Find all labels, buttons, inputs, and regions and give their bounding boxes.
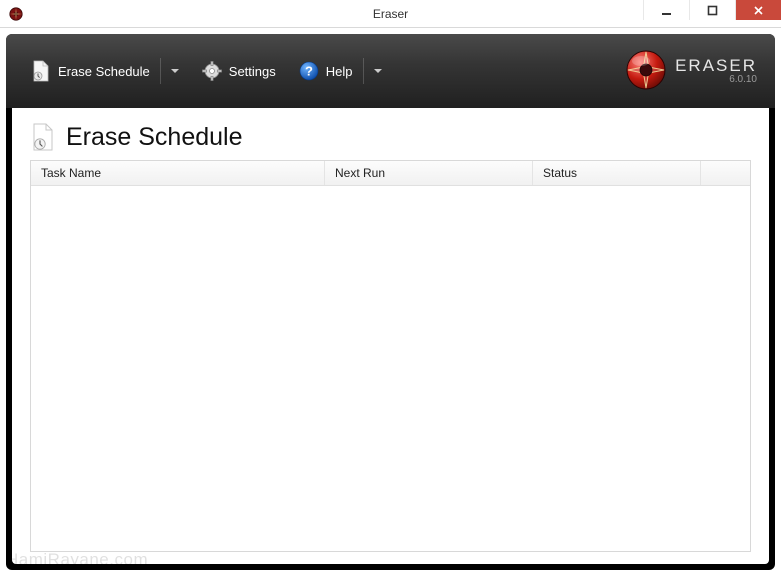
svg-text:?: ? [305, 64, 313, 79]
settings-button[interactable]: Settings [195, 56, 282, 86]
document-clock-icon [30, 122, 56, 152]
toolbar: Erase Schedule Settings [6, 34, 775, 108]
column-header-spacer [701, 161, 750, 185]
task-grid[interactable]: Task Name Next Run Status [30, 160, 751, 552]
column-header-next-run[interactable]: Next Run [325, 161, 533, 185]
column-header-status[interactable]: Status [533, 161, 701, 185]
page-title: Erase Schedule [66, 123, 243, 152]
brand-version: 6.0.10 [729, 75, 757, 86]
app-frame: Erase Schedule Settings [6, 34, 775, 570]
eraser-logo-icon [625, 49, 667, 94]
settings-label: Settings [229, 64, 276, 79]
title-bar: Eraser [0, 0, 781, 28]
help-label: Help [326, 64, 353, 79]
gear-icon [201, 60, 223, 82]
erase-schedule-label: Erase Schedule [58, 64, 150, 79]
content-area: Erase Schedule Task Name Next Run Status [12, 108, 769, 564]
brand-name: ERASER [675, 57, 757, 75]
page-header: Erase Schedule [30, 122, 751, 152]
minimize-button[interactable] [643, 0, 689, 20]
grid-header-row: Task Name Next Run Status [31, 161, 750, 186]
app-icon [8, 6, 24, 22]
brand-area: ERASER 6.0.10 [625, 49, 757, 94]
document-icon [30, 60, 52, 82]
help-icon: ? [298, 60, 320, 82]
column-header-task-name[interactable]: Task Name [31, 161, 325, 185]
close-button[interactable] [735, 0, 781, 20]
chevron-down-icon[interactable] [171, 69, 179, 73]
erase-schedule-button[interactable]: Erase Schedule [24, 54, 185, 88]
help-button[interactable]: ? Help [292, 54, 388, 88]
grid-body[interactable] [31, 186, 750, 551]
maximize-button[interactable] [689, 0, 735, 20]
chevron-down-icon[interactable] [374, 69, 382, 73]
window-controls [643, 0, 781, 20]
